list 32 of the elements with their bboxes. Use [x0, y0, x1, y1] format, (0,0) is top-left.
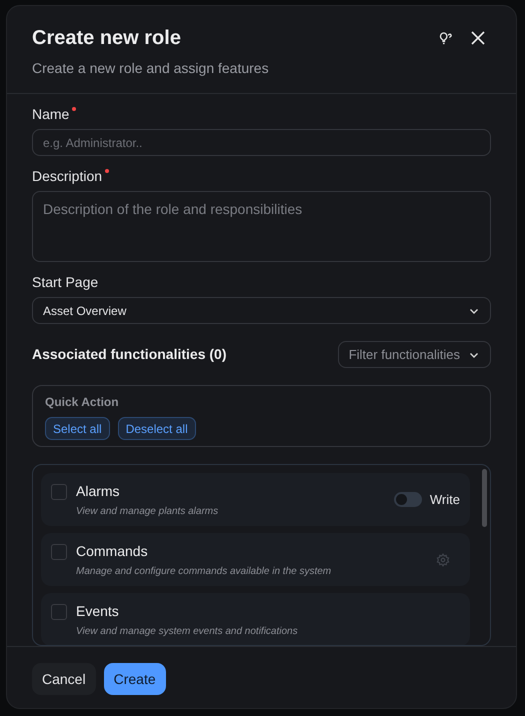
description-field[interactable]: Description of the role and responsibilities — [32, 191, 491, 262]
start-page-dropdown[interactable]: Asset Overview — [32, 297, 491, 324]
toggle-label: Write — [430, 490, 460, 509]
quick-action-button[interactable]: Deselect all — [118, 417, 196, 440]
functionality-description: View and manage system events and notifications — [76, 624, 299, 638]
dialog-title: Create new role — [32, 26, 182, 50]
quick-action-button[interactable]: Select all — [45, 417, 110, 440]
close-icon[interactable] — [471, 31, 485, 45]
filter-dropdown[interactable]: Filter functionalities — [338, 341, 491, 368]
cancel-button[interactable]: Cancel — [32, 663, 96, 695]
field-label: Name — [32, 105, 70, 124]
section-title: Associated functionalities (0) — [32, 345, 226, 364]
dialog-subtitle: Create a new role and assign features — [32, 59, 269, 78]
required-icon — [72, 107, 76, 111]
required-icon — [105, 169, 110, 173]
scrollbar-thumb[interactable] — [482, 469, 487, 527]
toggle-switch[interactable] — [394, 492, 422, 507]
checkbox[interactable] — [51, 484, 67, 500]
functionality-name: Alarms — [76, 482, 121, 500]
checkbox[interactable] — [51, 604, 67, 620]
settings-icon[interactable] — [436, 552, 450, 566]
name-field[interactable]: e.g. Administrator.. — [32, 129, 491, 156]
panel-title: Quick Action — [45, 394, 120, 411]
lightbulb-help-icon[interactable] — [437, 30, 453, 46]
functionality-name: Commands — [76, 542, 149, 560]
functionality-name: Events — [76, 602, 120, 620]
checkbox[interactable] — [51, 544, 67, 560]
functionality-description: Manage and configure commands available in the system — [76, 564, 332, 578]
field-label: Start Page — [32, 273, 98, 292]
functionality-description: View and manage plants alarms — [76, 504, 220, 518]
create-button[interactable]: Create — [104, 663, 166, 695]
field-label: Description — [32, 167, 102, 186]
